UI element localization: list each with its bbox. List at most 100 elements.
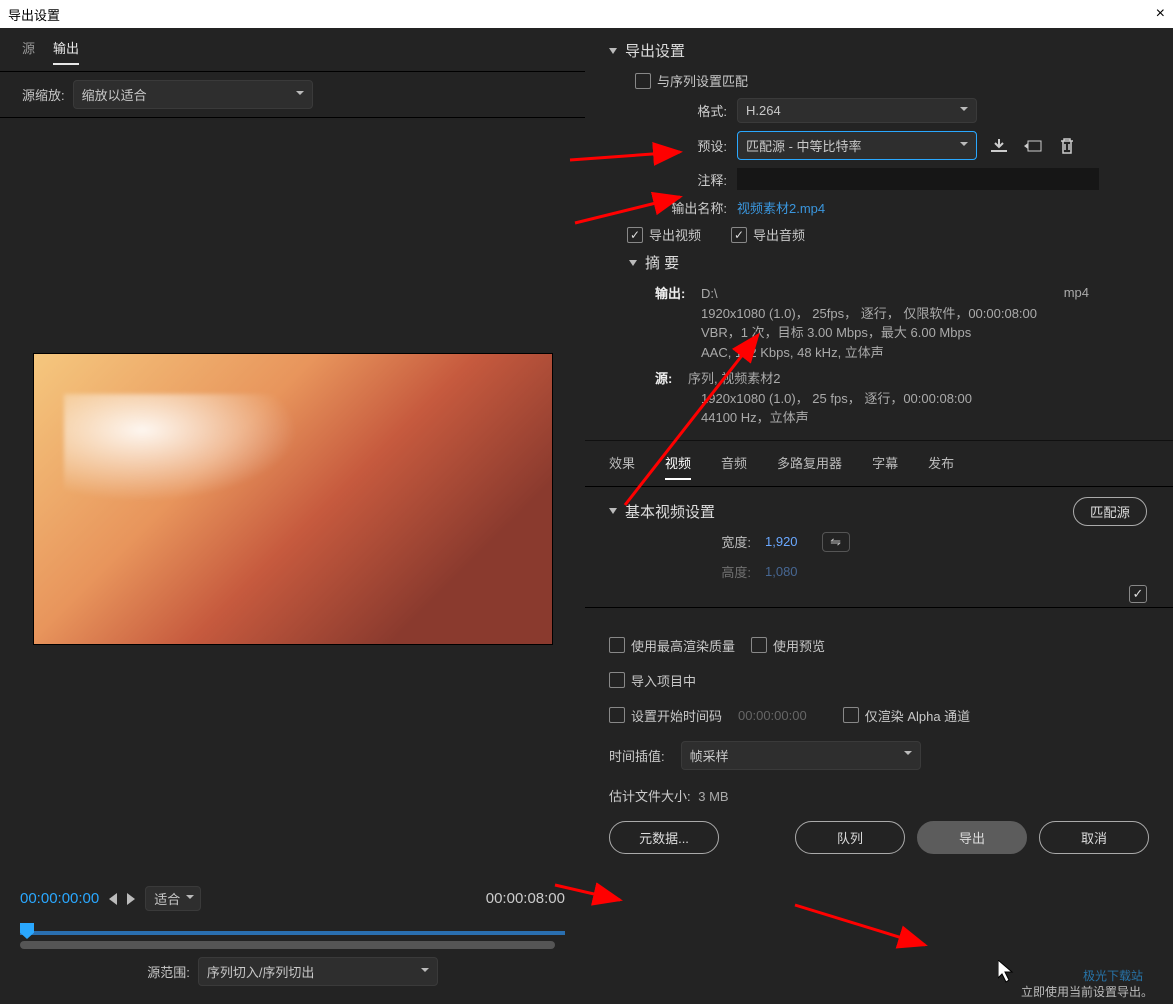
width-value[interactable]: 1,920 (765, 534, 798, 549)
titlebar: 导出设置 × (0, 0, 1173, 28)
export-settings-title: 导出设置 (625, 40, 685, 61)
summary-source-l2: 44100 Hz，立体声 (701, 408, 1149, 428)
settings-pane: 导出设置 与序列设置匹配 格式: H.264 预设: 匹配源 - 中等比特率 (585, 28, 1173, 1004)
basic-video-settings: 基本视频设置 匹配源 宽度: 1,920 ⇋ 高度: 1,080 (585, 487, 1173, 607)
export-video-checkbox[interactable] (627, 227, 643, 243)
basic-video-title: 基本视频设置 (625, 501, 715, 522)
output-name-label: 输出名称: (655, 198, 727, 217)
start-timecode-label: 设置开始时间码 (631, 706, 722, 725)
export-hint: 立即使用当前设置导出。 (1021, 983, 1153, 1000)
tab-effects[interactable]: 效果 (609, 453, 635, 480)
time-interp-dropdown[interactable]: 帧采样 (681, 741, 921, 770)
tab-captions[interactable]: 字幕 (872, 453, 898, 480)
playhead-icon[interactable] (20, 923, 34, 939)
export-audio-checkbox[interactable] (731, 227, 747, 243)
height-label: 高度: (701, 562, 751, 581)
current-time[interactable]: 00:00:00:00 (20, 890, 99, 907)
step-forward-icon[interactable] (127, 893, 135, 905)
summary-output-ext: mp4 (1064, 283, 1089, 303)
match-sequence-checkbox[interactable] (635, 73, 651, 89)
match-source-button[interactable]: 匹配源 (1073, 497, 1147, 526)
start-timecode-checkbox[interactable] (609, 707, 625, 723)
total-time: 00:00:08:00 (486, 890, 565, 907)
comment-input[interactable] (737, 168, 1099, 190)
source-range-label: 源范围: (147, 962, 190, 981)
close-icon[interactable]: × (1156, 5, 1165, 23)
timeline-bar (20, 931, 565, 935)
import-project-label: 导入项目中 (631, 671, 696, 690)
tab-video[interactable]: 视频 (665, 453, 691, 480)
queue-button[interactable]: 队列 (795, 821, 905, 854)
tab-audio[interactable]: 音频 (721, 453, 747, 480)
export-settings-section: 导出设置 与序列设置匹配 格式: H.264 预设: 匹配源 - 中等比特率 (585, 28, 1173, 441)
preset-value: 匹配源 - 中等比特率 (746, 139, 862, 154)
summary-output-l2: VBR，1 次，目标 3.00 Mbps，最大 6.00 Mbps (701, 323, 1149, 343)
source-range-value: 序列切入/序列切出 (207, 965, 315, 980)
use-preview-label: 使用预览 (773, 636, 825, 655)
height-value[interactable]: 1,080 (765, 564, 798, 579)
source-scale-dropdown[interactable]: 缩放以适合 (73, 80, 313, 109)
est-size-label: 估计文件大小: (609, 789, 691, 804)
preview-pane: 源 输出 源缩放: 缩放以适合 00:00:00:00 适合 00:00:08:… (0, 28, 585, 1004)
lower-options: 使用最高渲染质量 使用预览 导入项目中 设置开始时间码 00:00:00:00 … (585, 607, 1173, 866)
tab-output[interactable]: 输出 (53, 38, 79, 65)
source-range-dropdown[interactable]: 序列切入/序列切出 (198, 957, 438, 986)
preset-label: 预设: (655, 136, 727, 155)
zoom-fit-value: 适合 (154, 892, 180, 907)
summary-output-l1: 1920x1080 (1.0)， 25fps， 逐行， 仅限软件，00:00:0… (701, 304, 1149, 324)
zoom-fit-dropdown[interactable]: 适合 (145, 886, 201, 911)
export-video-label: 导出视频 (649, 225, 701, 244)
timeline-track[interactable] (20, 923, 565, 941)
match-sequence-label: 与序列设置匹配 (657, 71, 748, 90)
source-scale-value: 缩放以适合 (82, 88, 147, 103)
import-preset-icon[interactable] (1021, 136, 1045, 156)
time-interp-value: 帧采样 (690, 749, 729, 764)
window-title: 导出设置 (8, 5, 60, 24)
format-value: H.264 (746, 103, 781, 118)
use-preview-checkbox[interactable] (751, 637, 767, 653)
est-size-value: 3 MB (698, 789, 728, 804)
encoder-tabs: 效果 视频 音频 多路复用器 字幕 发布 (585, 441, 1173, 487)
cancel-button[interactable]: 取消 (1039, 821, 1149, 854)
import-project-checkbox[interactable] (609, 672, 625, 688)
tab-multiplexer[interactable]: 多路复用器 (777, 453, 842, 480)
metadata-button[interactable]: 元数据... (609, 821, 719, 854)
summary-output-path: D:\ (701, 286, 718, 301)
width-label: 宽度: (701, 532, 751, 551)
start-timecode-value: 00:00:00:00 (738, 708, 807, 723)
preview-image (33, 353, 553, 645)
summary-source-l0: 序列, 视频素材2 (688, 371, 780, 386)
output-name-link[interactable]: 视频素材2.mp4 (737, 198, 825, 217)
format-dropdown[interactable]: H.264 (737, 98, 977, 123)
chevron-down-icon[interactable] (609, 508, 617, 514)
preview-area (0, 118, 585, 880)
max-quality-checkbox[interactable] (609, 637, 625, 653)
watermark: 极光下载站 (1083, 967, 1143, 984)
preview-tabs: 源 输出 (0, 28, 585, 72)
tab-source[interactable]: 源 (22, 38, 35, 65)
step-back-icon[interactable] (109, 893, 117, 905)
link-icon[interactable]: ⇋ (822, 532, 850, 552)
alpha-only-label: 仅渲染 Alpha 通道 (865, 706, 970, 725)
summary-output-l3: AAC, 192 Kbps, 48 kHz, 立体声 (701, 343, 1149, 363)
chevron-down-icon[interactable] (609, 48, 617, 54)
timeline-scroll-thumb[interactable] (20, 941, 555, 949)
export-audio-label: 导出音频 (753, 225, 805, 244)
save-preset-icon[interactable] (987, 136, 1011, 156)
summary-output-label: 输出: (655, 286, 685, 301)
match-source-dimensions-checkbox[interactable] (1129, 585, 1147, 603)
chevron-down-icon[interactable] (629, 260, 637, 266)
export-button[interactable]: 导出 (917, 821, 1027, 854)
tab-publish[interactable]: 发布 (928, 453, 954, 480)
summary-source-label: 源: (655, 371, 672, 386)
summary-source-l1: 1920x1080 (1.0)， 25 fps， 逐行，00:00:08:00 (701, 389, 1149, 409)
timeline-controls: 00:00:00:00 适合 00:00:08:00 源范围: 序列切入/序列切… (0, 880, 585, 1004)
summary-title: 摘 要 (645, 252, 679, 273)
delete-preset-icon[interactable] (1055, 136, 1079, 156)
preset-dropdown[interactable]: 匹配源 - 中等比特率 (737, 131, 977, 160)
alpha-only-checkbox[interactable] (843, 707, 859, 723)
max-quality-label: 使用最高渲染质量 (631, 636, 735, 655)
comment-label: 注释: (655, 170, 727, 189)
format-label: 格式: (655, 101, 727, 120)
source-scale-label: 源缩放: (22, 85, 65, 104)
